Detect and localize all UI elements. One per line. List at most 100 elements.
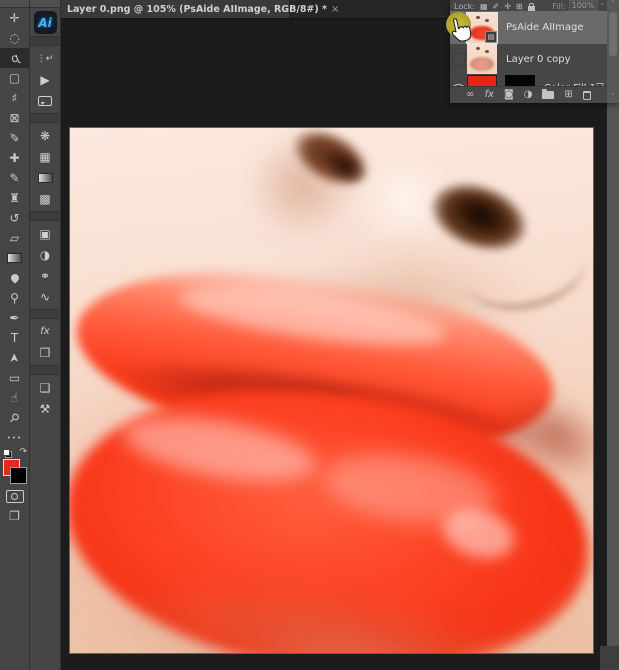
blur-drop-icon	[8, 272, 21, 284]
clone-stamp-icon: ♜	[9, 191, 20, 205]
pen-tool[interactable]: ✒	[0, 308, 29, 328]
palette-icon: ❋	[39, 128, 51, 143]
plugin-run-button[interactable]: ▶	[30, 69, 60, 90]
move-icon: ✛	[9, 11, 20, 25]
healing-tool[interactable]: ✚	[0, 148, 29, 168]
close-icon[interactable]: ×	[331, 4, 339, 15]
smart-object-badge-icon: ▤	[485, 30, 497, 43]
scrollbar-thumb[interactable]	[609, 12, 617, 56]
grid-icon: ▦	[39, 149, 51, 164]
fill-value[interactable]: 100%	[568, 0, 598, 11]
layer-row-layer-0-copy[interactable]: Layer 0 copy	[450, 44, 607, 74]
new-group-icon[interactable]	[542, 89, 555, 99]
color-swatch-area: ↷	[0, 447, 29, 486]
shape-tool[interactable]: ▭	[0, 368, 29, 388]
adjustment-layer-icon[interactable]: ◑	[524, 88, 533, 102]
background-color-swatch[interactable]	[10, 467, 27, 484]
play-icon: ▶	[40, 72, 50, 87]
hand-icon: ☝	[10, 391, 19, 405]
plugin-effects-button[interactable]: fx	[30, 321, 60, 342]
quick-mask-icon	[5, 489, 24, 503]
plugin-history-button[interactable]: ⋮↵	[30, 48, 60, 69]
clone-stamp-tool[interactable]: ♜	[0, 188, 29, 208]
notes-icon: ❏	[39, 380, 51, 395]
layers-scrollbar[interactable]: ˄ ˅	[607, 0, 619, 103]
hand-tool[interactable]: ☝	[0, 388, 29, 408]
scroll-up-icon[interactable]: ˄	[611, 0, 615, 8]
dodge-icon: ⚲	[10, 291, 19, 305]
default-colors-icon[interactable]	[3, 449, 12, 458]
fill-chevron-icon[interactable]: ˅	[601, 3, 605, 11]
plugin-palette-button[interactable]: ❋	[30, 125, 60, 146]
eraser-tool[interactable]: ▱	[0, 228, 29, 248]
plugin-notes-button[interactable]: ❏	[30, 377, 60, 398]
document-tab-title: Layer 0.png @ 105% (PsAide AIImage, RGB/…	[67, 3, 328, 15]
layer-thumbnail[interactable]	[467, 44, 497, 74]
link-layers-icon[interactable]: ∞	[466, 88, 474, 102]
rings-icon: ⚭	[39, 268, 51, 283]
scroll-down-icon[interactable]: ˅	[611, 93, 615, 101]
path-select-tool[interactable]: ➤	[0, 348, 29, 368]
new-layer-icon[interactable]: ⊞	[565, 88, 573, 102]
frame-tool[interactable]: ⊠	[0, 108, 29, 128]
move-tool[interactable]: ✛	[0, 8, 29, 28]
layer-row-psaide-aiimage[interactable]: ▤ PsAide AIImage	[450, 11, 607, 44]
zoom-icon: ⚲	[6, 409, 23, 427]
edit-toolbar-button[interactable]: •••	[0, 428, 29, 448]
type-tool[interactable]: T	[0, 328, 29, 348]
plugin-library-button[interactable]: ❒	[30, 342, 60, 363]
delete-layer-icon[interactable]	[582, 90, 591, 100]
plugin-grid-button[interactable]: ▦	[30, 146, 60, 167]
layer-name[interactable]: Layer 0 copy	[506, 54, 570, 65]
swap-colors-icon[interactable]: ↷	[19, 447, 27, 457]
document-tab[interactable]: Layer 0.png @ 105% (PsAide AIImage, RGB/…	[61, 0, 339, 18]
history-brush-tool[interactable]: ↺	[0, 208, 29, 228]
thumb-nostrils	[476, 15, 480, 19]
lock-position-icon[interactable]: ✛	[504, 3, 511, 11]
eyedropper-tool[interactable]: ✐	[0, 128, 29, 148]
screen-mode-button[interactable]: ❐	[0, 506, 29, 526]
object-selection-tool[interactable]: ▢	[0, 68, 29, 88]
layers-footer-bar: ∞ fx ◙ ◑ ⊞	[450, 86, 607, 103]
visibility-gutter[interactable]	[450, 52, 467, 66]
gradient-tool[interactable]	[0, 248, 29, 268]
brush-tool[interactable]: ✎	[0, 168, 29, 188]
dodge-tool[interactable]: ⚲	[0, 288, 29, 308]
lock-artboard-icon[interactable]: ⊞	[516, 3, 523, 11]
psaide-logo-icon[interactable]: Ai	[33, 11, 57, 34]
layer-style-fx-icon[interactable]: fx	[484, 88, 493, 102]
plugin-gradient-button[interactable]	[30, 167, 60, 188]
tools-icon: ⚒	[39, 401, 51, 416]
lock-pixels-icon[interactable]: ✐	[493, 3, 500, 11]
thumb-nostrils	[476, 47, 480, 50]
frame-icon: ⊠	[9, 111, 20, 125]
document-image-lips	[69, 127, 594, 654]
blur-tool[interactable]	[0, 268, 29, 288]
lasso-tool[interactable]: ɋ	[0, 48, 29, 68]
plugin-image-button[interactable]: ▣	[30, 223, 60, 244]
plugin-channels-button[interactable]: ⚭	[30, 265, 60, 286]
canvas[interactable]	[61, 19, 619, 670]
zoom-tool[interactable]: ⚲	[0, 408, 29, 428]
photoshop-window: ✛ ◌ ɋ ▢ ♯ ⊠ ✐ ✚ ✎ ♜ ↺ ▱ ⚲ ✒ T ➤ ▭ ☝ ⚲ ••…	[0, 0, 619, 670]
plugin-adjustment-button[interactable]: ◑	[30, 244, 60, 265]
healing-icon: ✚	[9, 151, 20, 165]
shape-rect-icon: ▭	[8, 371, 21, 385]
path-select-icon: ➤	[7, 352, 22, 364]
ellipsis-icon: •••	[6, 434, 23, 442]
layer-name[interactable]: PsAide AIImage	[506, 22, 583, 33]
plugin-curve-button[interactable]: ∿	[30, 286, 60, 307]
marquee-tool[interactable]: ◌	[0, 28, 29, 48]
plugin-grid-settings-button[interactable]: ▩	[30, 188, 60, 209]
brush-icon: ✎	[9, 171, 20, 185]
lock-transparency-icon[interactable]: ▦	[480, 3, 488, 11]
plugin-section-divider	[30, 365, 60, 375]
layer-thumbnail[interactable]: ▤	[466, 11, 498, 44]
plugin-comment-button[interactable]	[30, 90, 60, 111]
visibility-off-checkbox[interactable]	[452, 52, 465, 66]
plugin-settings-button[interactable]: ⚒	[30, 398, 60, 419]
plugin-panel-header	[30, 0, 60, 8]
crop-tool[interactable]: ♯	[0, 88, 29, 108]
add-mask-icon[interactable]: ◙	[504, 88, 514, 102]
quick-mask-button[interactable]	[0, 486, 29, 506]
